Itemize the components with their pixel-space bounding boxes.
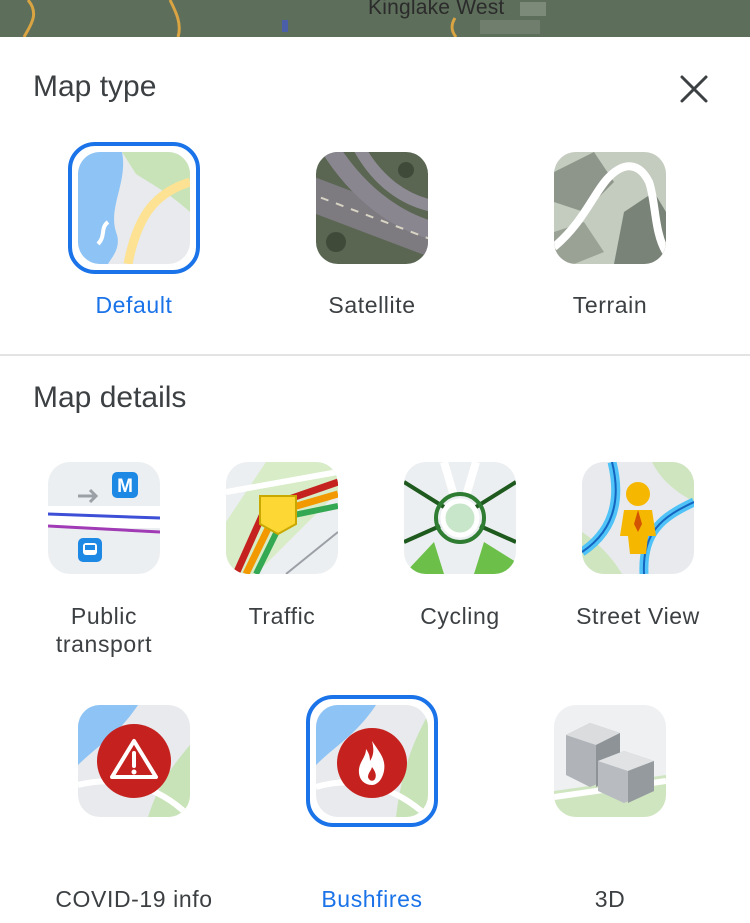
section-divider xyxy=(0,354,750,356)
street-view-pegman-icon xyxy=(582,462,694,574)
terrain-map-icon xyxy=(554,152,666,264)
detail-street-view[interactable]: Street View xyxy=(528,462,748,662)
map-type-terrain[interactable]: Terrain xyxy=(500,142,720,332)
close-button[interactable] xyxy=(672,67,716,111)
map-preview-strip[interactable]: Kinglake West xyxy=(0,0,750,37)
detail-street-view-label: Street View xyxy=(576,603,700,629)
satellite-map-icon xyxy=(316,152,428,264)
map-place-label: Kinglake West xyxy=(368,0,505,19)
detail-bushfires[interactable]: Bushfires xyxy=(262,695,482,912)
map-type-heading: Map type xyxy=(33,70,157,103)
map-layers-sheet: Map type Default Satellite Terrain Map d… xyxy=(0,37,750,923)
detail-covid-info-label: COVID-19 info xyxy=(55,886,213,912)
map-type-satellite-label: Satellite xyxy=(328,292,416,318)
map-details-heading: Map details xyxy=(33,381,187,414)
map-type-satellite[interactable]: Satellite xyxy=(262,142,482,332)
svg-text:M: M xyxy=(117,476,133,497)
3d-buildings-icon xyxy=(554,705,666,817)
map-type-default[interactable]: Default xyxy=(24,142,244,332)
detail-bushfires-label: Bushfires xyxy=(321,886,423,912)
detail-covid-info[interactable]: COVID-19 info xyxy=(24,705,244,912)
traffic-icon xyxy=(226,462,338,574)
bushfire-map-thumbnail xyxy=(316,705,428,817)
map-type-terrain-label: Terrain xyxy=(572,292,648,318)
map-type-default-label: Default xyxy=(95,292,173,318)
default-map-icon xyxy=(78,152,190,264)
public-transport-icon: M xyxy=(48,462,160,574)
cycling-icon xyxy=(404,462,516,574)
detail-3d[interactable]: 3D xyxy=(500,705,720,912)
detail-3d-label: 3D xyxy=(594,886,626,912)
close-icon xyxy=(680,75,708,103)
covid-map-thumbnail xyxy=(78,705,190,817)
